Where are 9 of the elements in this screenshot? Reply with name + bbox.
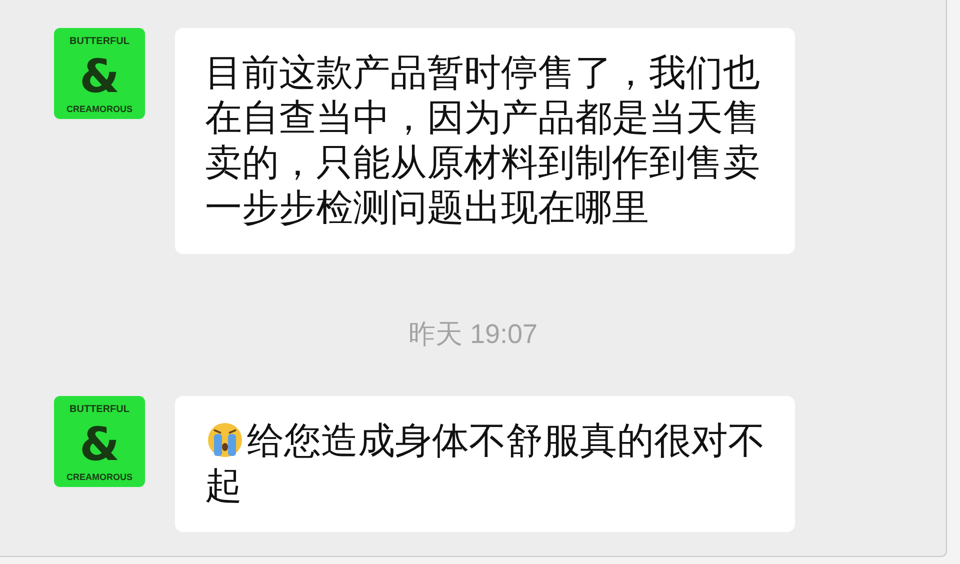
logo-text: & [79,420,120,466]
message-bubble: 给您造成身体不舒服真的很对不起 [175,396,795,532]
logo-text: CREAMOROUS [66,471,132,483]
logo-text: BUTTERFUL [70,36,130,48]
logo-text: CREAMOROUS [66,103,132,115]
logo-text: & [79,52,120,98]
logo-text: BUTTERFUL [70,404,130,416]
timestamp: 昨天 19:07 [408,318,538,351]
message-bubble: 目前这款产品暂时停售了，我们也在自查当中，因为产品都是当天售卖的，只能从原材料到制作到售卖一步步检测问题出现在哪里 [175,28,795,254]
